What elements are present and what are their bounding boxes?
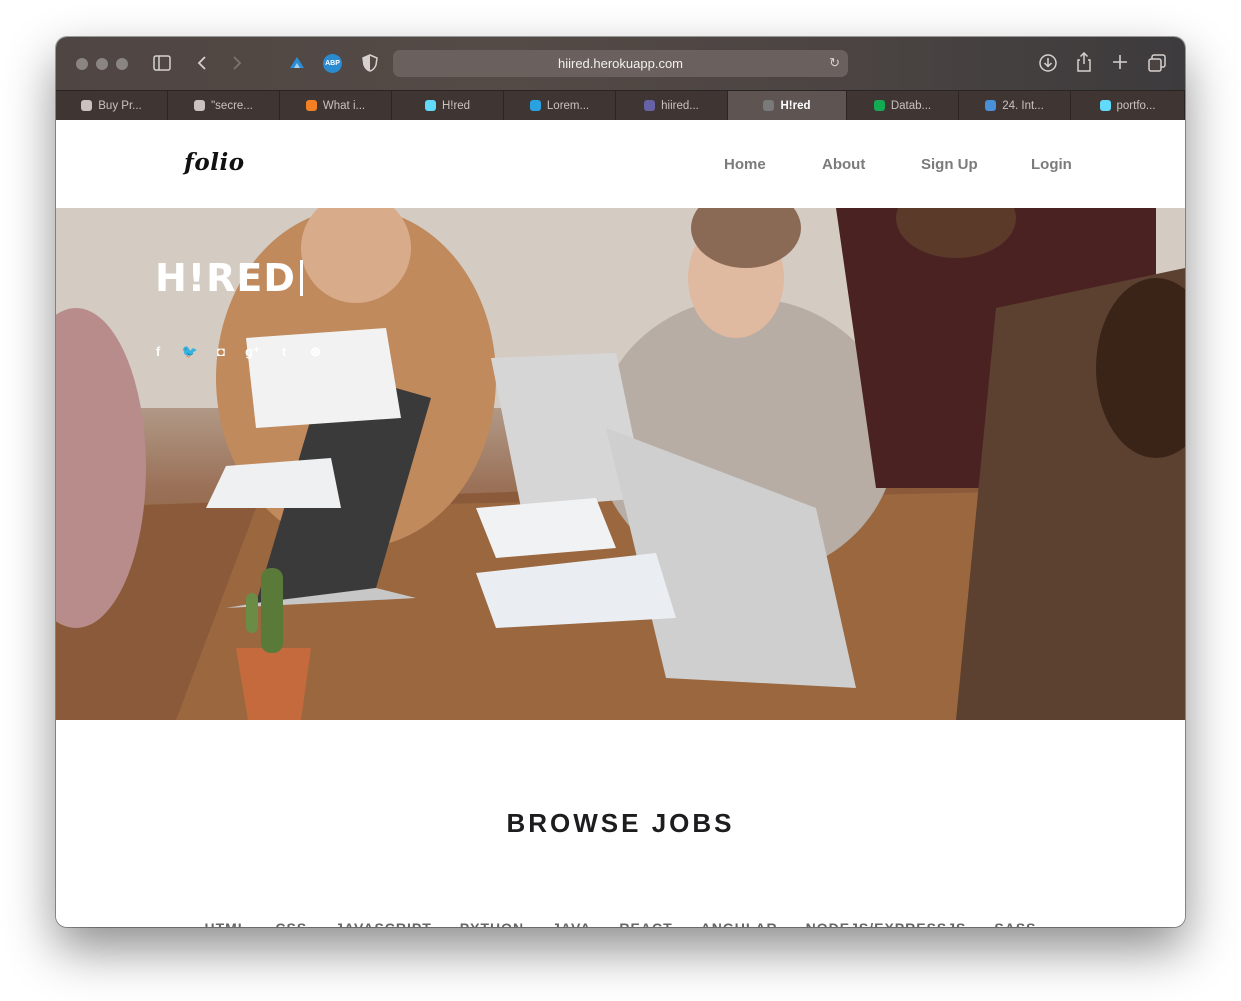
job-category-link[interactable]: CSS [275,920,307,927]
hero-section: H!RED f 🐦 ◘ g⁺ t ⊛ [56,208,1185,720]
share-icon[interactable] [1076,52,1092,72]
tab-bar: Buy Pr... "secre... What i... H!red Lorem...… [56,90,1185,121]
job-category-link[interactable]: SASS [994,920,1036,927]
site-logo[interactable]: folio [184,149,245,176]
tumblr-icon[interactable]: t [276,344,292,359]
new-tab-plus-icon[interactable] [1113,55,1127,69]
number-icon [529,100,541,111]
job-category-link[interactable]: HTML [204,920,247,927]
job-categories: HTML CSS JAVASCRIPT PYTHON JAVA REACT ANGULAR N… [56,920,1185,927]
nav-link-about[interactable]: About [822,156,865,173]
typing-cursor [299,260,303,296]
back-arrow-icon[interactable] [196,55,208,71]
twitter-icon[interactable]: 🐦 [182,344,198,360]
tab-label: portfo... [1116,99,1156,112]
job-category-link[interactable]: NODEJS/EXPRESSJS [806,920,967,927]
speech-bubble-icon [194,100,206,111]
h-icon [763,100,775,111]
privacy-shield-icon[interactable] [362,54,378,72]
tab-label: What i... [322,99,366,112]
apple-icon [81,100,93,111]
mongodb-leaf-icon [873,100,885,111]
heroku-icon [644,100,656,111]
tab-overview-icon[interactable] [1148,54,1166,72]
reload-icon[interactable]: ↻ [829,55,840,71]
minimize-window-button[interactable] [96,58,108,70]
facebook-icon[interactable]: f [150,344,166,359]
job-category-link[interactable]: REACT [619,920,672,927]
browser-tab[interactable]: H!red [392,91,504,120]
nav-link-home[interactable]: Home [724,156,766,173]
job-category-link[interactable]: JAVASCRIPT [335,920,432,927]
nav-link-login[interactable]: Login [1031,156,1072,173]
tab-label: "secre... [211,99,253,112]
browser-tab[interactable]: Lorem... [504,91,616,120]
nav-link-sign-up[interactable]: Sign Up [921,156,978,173]
tab-label: H!red [441,99,471,112]
site-navbar: folio Home About Sign Up Login [56,120,1185,208]
browse-jobs-heading: BROWSE JOBS [506,808,735,838]
browser-tab[interactable]: What i... [280,91,392,120]
tab-label: Datab... [890,99,932,112]
extension-arrow-icon[interactable] [288,54,306,72]
forward-arrow-icon[interactable] [231,55,243,71]
react-icon [424,100,436,111]
browser-tab[interactable]: portfo... [1071,91,1185,120]
dribbble-icon[interactable]: ⊛ [308,344,324,360]
instagram-icon[interactable]: ◘ [213,344,229,359]
hero-title-text: H!RED [155,256,296,300]
cloud-icon [985,100,997,111]
browser-tab[interactable]: Buy Pr... [56,91,168,120]
browser-tab[interactable]: hiired... [616,91,728,120]
tab-label: hiired... [661,99,699,112]
browser-tab[interactable]: H!red [728,91,847,120]
browser-window: ABP hiired.herokuapp.com ↻ Buy Pr... "se… [56,37,1185,927]
url-text: hiired.herokuapp.com [557,56,684,71]
zoom-window-button[interactable] [116,58,128,70]
browser-tab[interactable]: Datab... [847,91,959,120]
sidebar-toggle-icon[interactable] [153,55,171,71]
close-window-button[interactable] [76,58,88,70]
tab-label: Lorem... [546,99,590,112]
tab-label: Buy Pr... [98,99,142,112]
tab-label: 24. Int... [1002,99,1044,112]
job-category-link[interactable]: ANGULAR [701,920,778,927]
job-category-link[interactable]: JAVA [552,920,591,927]
downloads-icon[interactable] [1039,54,1057,72]
address-bar[interactable]: hiired.herokuapp.com ↻ [393,50,848,77]
hero-title: H!RED [155,256,303,300]
web-page: folio Home About Sign Up Login H!RED f 🐦… [56,120,1185,927]
tab-label: H!red [780,99,811,112]
react-icon [1099,100,1111,111]
adblock-plus-icon[interactable]: ABP [323,54,342,73]
job-category-link[interactable]: PYTHON [460,920,524,927]
google-plus-icon[interactable]: g⁺ [245,344,261,360]
stackoverflow-icon [305,100,317,111]
browser-tab[interactable]: 24. Int... [959,91,1071,120]
browser-toolbar: ABP hiired.herokuapp.com ↻ [56,37,1185,90]
browser-tab[interactable]: "secre... [168,91,280,120]
